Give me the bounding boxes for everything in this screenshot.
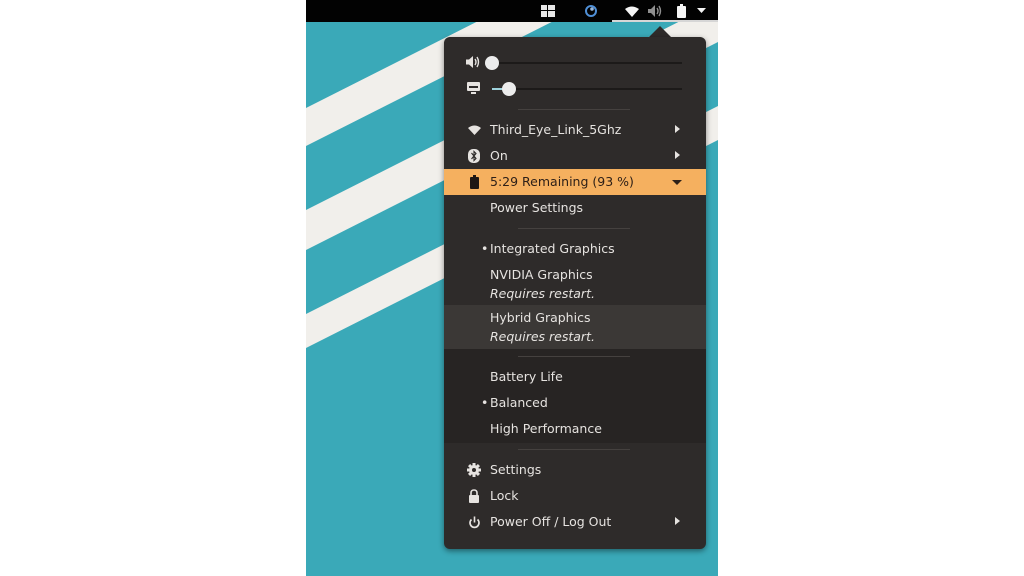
system-menu: Third_Eye_Link_5Ghz On 5:29 Remaining (9…: [444, 37, 706, 549]
app-indicator-icon[interactable]: [584, 3, 598, 19]
selected-bullet: •: [481, 395, 489, 410]
chevron-right-icon: [675, 151, 680, 159]
popover-arrow: [649, 26, 671, 37]
volume-icon[interactable]: [648, 3, 664, 19]
graphics-option-note: Requires restart.: [490, 286, 595, 301]
bluetooth-icon: [466, 148, 482, 164]
lock-icon: [466, 488, 482, 504]
graphics-option-hybrid[interactable]: Hybrid Graphics Requires restart.: [444, 305, 706, 349]
volume-slider-row: [444, 53, 706, 73]
lock-item[interactable]: Lock: [444, 483, 706, 509]
power-settings-item[interactable]: Power Settings: [444, 195, 706, 221]
graphics-option-label: Integrated Graphics: [490, 241, 615, 256]
active-indicator: [612, 20, 718, 22]
selected-bullet: •: [481, 241, 489, 256]
power-mode-label: Balanced: [490, 395, 548, 410]
chevron-right-icon: [675, 517, 680, 525]
bluetooth-label: On: [490, 148, 508, 163]
gear-icon: [466, 462, 482, 478]
chevron-down-icon: [672, 180, 682, 185]
volume-slider[interactable]: [485, 56, 682, 70]
graphics-option-note: Requires restart.: [490, 329, 595, 344]
battery-icon: [466, 174, 482, 190]
brightness-slider-row: [444, 79, 706, 99]
battery-item[interactable]: 5:29 Remaining (93 %): [444, 169, 706, 195]
power-icon: [466, 514, 482, 530]
settings-label: Settings: [490, 462, 542, 477]
graphics-option-label: Hybrid Graphics: [490, 310, 591, 325]
network-label: Third_Eye_Link_5Ghz: [490, 122, 622, 137]
lock-label: Lock: [490, 488, 519, 503]
separator: [518, 109, 630, 110]
workspaces-icon[interactable]: [540, 3, 556, 19]
battery-icon[interactable]: [674, 3, 688, 19]
brightness-slider[interactable]: [492, 82, 682, 96]
graphics-option-integrated[interactable]: • Integrated Graphics: [444, 236, 706, 262]
separator: [518, 356, 630, 357]
power-off-label: Power Off / Log Out: [490, 514, 612, 529]
volume-slider-knob[interactable]: [485, 56, 499, 70]
graphics-option-label: NVIDIA Graphics: [490, 267, 593, 282]
power-mode-high-performance[interactable]: High Performance: [444, 416, 706, 442]
battery-label: 5:29 Remaining (93 %): [490, 174, 634, 189]
top-panel: [306, 0, 718, 22]
graphics-option-nvidia[interactable]: NVIDIA Graphics Requires restart.: [444, 262, 706, 306]
settings-item[interactable]: Settings: [444, 457, 706, 483]
power-mode-label: Battery Life: [490, 369, 563, 384]
power-mode-label: High Performance: [490, 421, 602, 436]
power-mode-balanced[interactable]: • Balanced: [444, 390, 706, 416]
power-off-item[interactable]: Power Off / Log Out: [444, 509, 706, 535]
bluetooth-item[interactable]: On: [444, 143, 706, 169]
separator: [518, 449, 630, 450]
separator: [518, 228, 630, 229]
power-mode-battery-life[interactable]: Battery Life: [444, 364, 706, 390]
network-item[interactable]: Third_Eye_Link_5Ghz: [444, 117, 706, 143]
desktop: Third_Eye_Link_5Ghz On 5:29 Remaining (9…: [306, 0, 718, 576]
display-icon: [466, 81, 482, 97]
volume-icon: [466, 55, 482, 71]
power-settings-label: Power Settings: [490, 200, 584, 215]
brightness-slider-knob[interactable]: [502, 82, 517, 96]
menu-down-icon[interactable]: [694, 3, 708, 19]
wifi-icon: [466, 122, 482, 138]
wifi-icon[interactable]: [624, 3, 640, 19]
chevron-right-icon: [675, 125, 680, 133]
